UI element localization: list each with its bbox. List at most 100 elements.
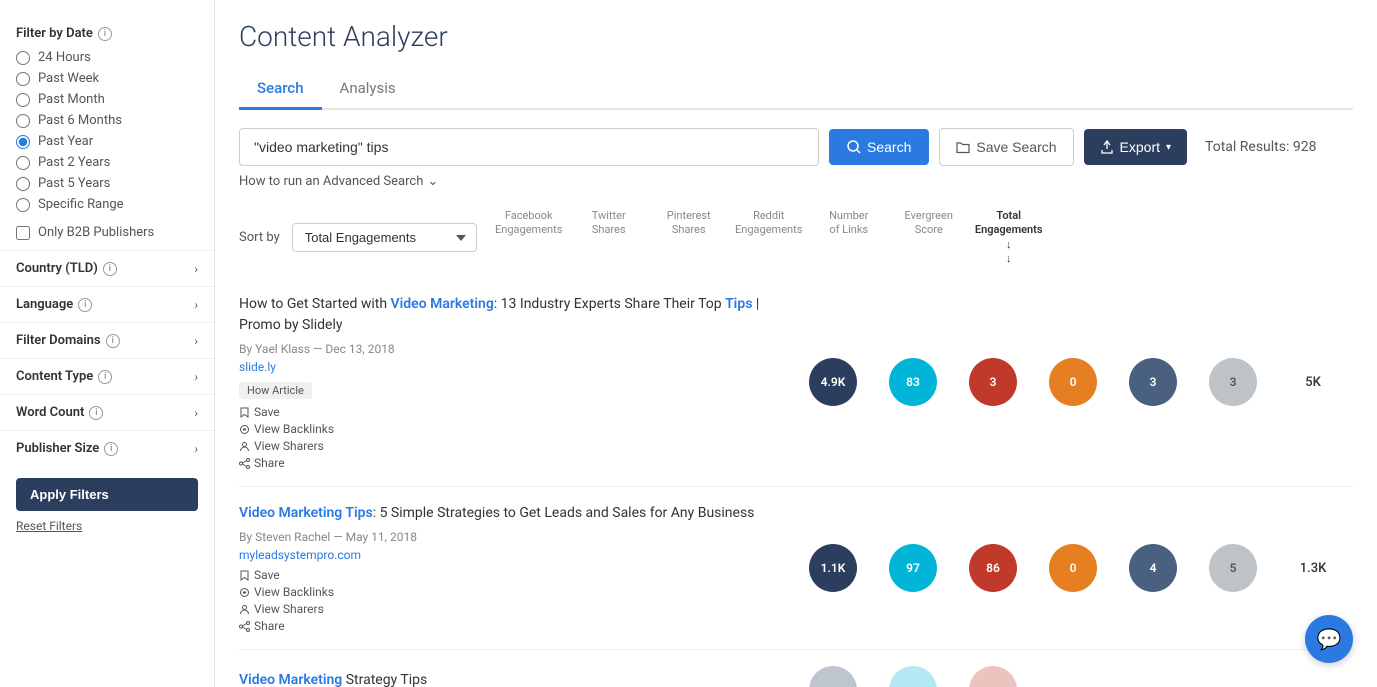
link-icon-2 <box>239 587 250 598</box>
advanced-search-link[interactable]: How to run an Advanced Search ⌄ <box>239 174 1353 189</box>
radio-24h[interactable]: 24 Hours <box>16 47 198 68</box>
country-info-icon[interactable]: i <box>103 262 117 276</box>
result-title-link2-1[interactable]: Tips <box>725 296 752 312</box>
filter-date-info-icon[interactable]: i <box>98 27 112 41</box>
result-title-link-1[interactable]: Video Marketing <box>391 296 494 312</box>
save-action-1[interactable]: Save <box>239 405 777 419</box>
content-type-info-icon[interactable]: i <box>98 370 112 384</box>
share-action-1[interactable]: Share <box>239 456 777 470</box>
radio-past-month[interactable]: Past Month <box>16 89 198 110</box>
search-input[interactable] <box>239 128 819 166</box>
tab-analysis[interactable]: Analysis <box>322 71 414 110</box>
search-input-wrap <box>239 128 819 166</box>
metric-total-1: 5K <box>1273 375 1353 390</box>
filter-domains-chevron-icon: › <box>194 334 198 348</box>
folder-icon <box>956 140 970 154</box>
save-search-button[interactable]: Save Search <box>939 128 1073 166</box>
radio-24h-label: 24 Hours <box>38 50 91 65</box>
share-icon <box>239 458 250 469</box>
export-button[interactable]: Export ▾ <box>1084 129 1188 165</box>
metric-tw-3 <box>873 666 953 687</box>
b2b-checkbox[interactable] <box>16 226 30 240</box>
radio-past-2years[interactable]: Past 2 Years <box>16 152 198 173</box>
reset-filters-link[interactable]: Reset Filters <box>0 515 214 537</box>
content-type-filter[interactable]: Content Type i › <box>0 358 214 394</box>
metric-re-1: 0 <box>1033 358 1113 406</box>
country-filter[interactable]: Country (TLD) i › <box>0 250 214 286</box>
radio-past-week-label: Past Week <box>38 71 99 86</box>
filter-date-label: Filter by Date <box>16 26 93 41</box>
result-domain-1[interactable]: slide.ly <box>239 360 777 374</box>
export-chevron-icon: ▾ <box>1166 142 1171 153</box>
share-action-2[interactable]: Share <box>239 619 777 633</box>
total-value-2: 1.3K <box>1300 561 1327 576</box>
sort-row: Sort by Total Engagements Facebook Engag… <box>239 209 1353 266</box>
view-sharers-1[interactable]: View Sharers <box>239 439 777 453</box>
filter-domains-label: Filter Domains i <box>16 333 120 348</box>
result-title-link-3[interactable]: Video Marketing <box>239 672 342 687</box>
facebook-circle-2: 1.1K <box>809 544 857 592</box>
col-links: Numberof Links <box>809 209 889 266</box>
bookmark-icon <box>239 407 250 418</box>
metric-ev-2: 5 <box>1193 544 1273 592</box>
bookmark-icon-2 <box>239 570 250 581</box>
radio-past-5years[interactable]: Past 5 Years <box>16 173 198 194</box>
pinterest-circle-1: 3 <box>969 358 1017 406</box>
chevron-down-icon: ⌄ <box>427 174 438 189</box>
metric-pi-1: 3 <box>953 358 1033 406</box>
reddit-circle-1: 0 <box>1049 358 1097 406</box>
evergreen-circle-2: 5 <box>1209 544 1257 592</box>
country-filter-label: Country (TLD) i <box>16 261 117 276</box>
save-action-2[interactable]: Save <box>239 568 777 582</box>
word-count-info-icon[interactable]: i <box>89 406 103 420</box>
apply-filters-button[interactable]: Apply Filters <box>16 478 198 511</box>
radio-past-week[interactable]: Past Week <box>16 68 198 89</box>
b2b-checkbox-item[interactable]: Only B2B Publishers <box>0 215 214 250</box>
page-title: Content Analyzer <box>239 20 1353 53</box>
view-sharers-2[interactable]: View Sharers <box>239 602 777 616</box>
filter-domains-filter[interactable]: Filter Domains i › <box>0 322 214 358</box>
radio-past-month-label: Past Month <box>38 92 105 107</box>
word-count-label: Word Count i <box>16 405 103 420</box>
result-title-1: How to Get Started with Video Marketing:… <box>239 294 777 336</box>
tabs: Search Analysis <box>239 71 1353 110</box>
sort-label: Sort by <box>239 230 280 245</box>
total-value-1: 5K <box>1305 375 1321 390</box>
radio-past-6months[interactable]: Past 6 Months <box>16 110 198 131</box>
tab-search[interactable]: Search <box>239 71 322 110</box>
publisher-size-filter[interactable]: Publisher Size i › <box>0 430 214 466</box>
col-evergreen: EvergreenScore <box>889 209 969 266</box>
evergreen-circle-1: 3 <box>1209 358 1257 406</box>
reddit-circle-2: 0 <box>1049 544 1097 592</box>
filter-by-date-title: Filter by Date i <box>0 16 214 47</box>
result-title-3: Video Marketing Strategy Tips <box>239 670 777 687</box>
radio-specific-range[interactable]: Specific Range <box>16 194 198 215</box>
view-backlinks-2[interactable]: View Backlinks <box>239 585 777 599</box>
language-filter[interactable]: Language i › <box>0 286 214 322</box>
metric-li-1: 3 <box>1113 358 1193 406</box>
radio-past-5years-label: Past 5 Years <box>38 176 110 191</box>
sort-select[interactable]: Total Engagements Facebook Engagements T… <box>292 223 477 252</box>
date-radio-group: 24 Hours Past Week Past Month Past 6 Mon… <box>0 47 214 215</box>
search-button[interactable]: Search <box>829 129 929 165</box>
filter-domains-info-icon[interactable]: i <box>106 334 120 348</box>
word-count-filter[interactable]: Word Count i › <box>0 394 214 430</box>
metric-tw-1: 83 <box>873 358 953 406</box>
view-backlinks-1[interactable]: View Backlinks <box>239 422 777 436</box>
pinterest-circle-3 <box>969 666 1017 687</box>
twitter-circle-2: 97 <box>889 544 937 592</box>
metric-ev-1: 3 <box>1193 358 1273 406</box>
b2b-label: Only B2B Publishers <box>38 225 154 240</box>
radio-past-year[interactable]: Past Year <box>16 131 198 152</box>
metric-tw-2: 97 <box>873 544 953 592</box>
total-results: Total Results: 928 <box>1205 139 1316 155</box>
publisher-size-info-icon[interactable]: i <box>104 442 118 456</box>
person-icon-2 <box>239 604 250 615</box>
chat-widget[interactable]: 💬 <box>1305 615 1353 663</box>
result-domain-2[interactable]: myleadsystempro.com <box>239 548 777 562</box>
language-chevron-icon: › <box>194 298 198 312</box>
export-icon <box>1100 140 1114 154</box>
language-info-icon[interactable]: i <box>78 298 92 312</box>
pinterest-circle-2: 86 <box>969 544 1017 592</box>
result-title-link-2[interactable]: Video Marketing Tips <box>239 505 373 521</box>
